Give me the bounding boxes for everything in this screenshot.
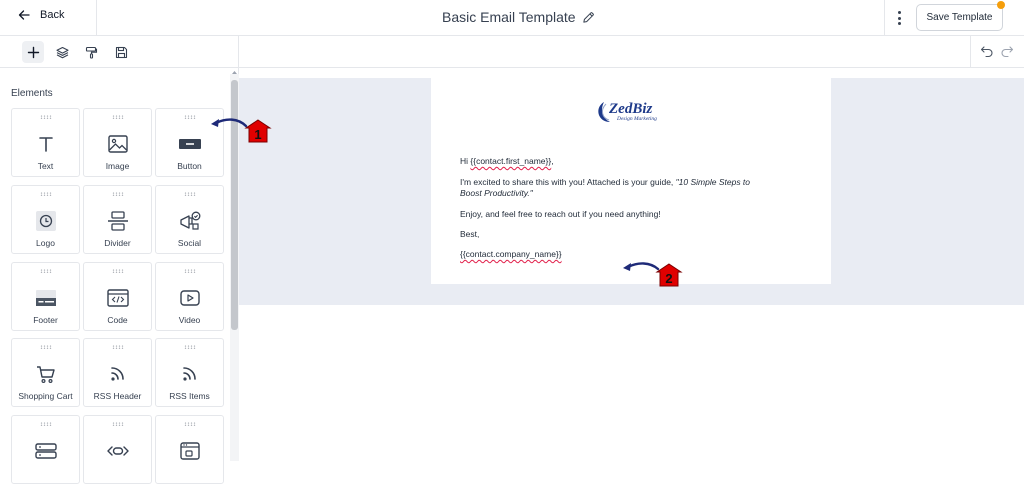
rss-icon xyxy=(111,367,124,381)
drag-handle-icon[interactable] xyxy=(184,192,196,196)
undo-icon[interactable] xyxy=(980,44,994,58)
save-template-button[interactable]: Save Template xyxy=(916,4,1003,31)
drag-handle-icon[interactable] xyxy=(184,269,196,273)
element-card-text[interactable]: Text xyxy=(11,108,80,177)
email-body-paragraph-cont[interactable]: Boost Productivity." xyxy=(460,188,533,199)
code-icon xyxy=(107,289,129,307)
floppy-disk-icon xyxy=(115,46,127,58)
redo-icon[interactable] xyxy=(1000,44,1014,58)
pencil-icon[interactable] xyxy=(582,11,595,24)
cart-icon xyxy=(37,366,55,384)
element-card-label: Shopping Cart xyxy=(18,391,73,401)
element-card-label: Image xyxy=(105,161,130,171)
element-card-label: Footer xyxy=(33,315,58,325)
element-card-label: Divider xyxy=(104,238,131,248)
social-icon xyxy=(180,211,201,230)
layers-tool[interactable] xyxy=(51,41,73,63)
drag-handle-icon[interactable] xyxy=(112,345,124,349)
divider xyxy=(238,36,239,68)
button-icon xyxy=(179,139,201,149)
logo-icon xyxy=(36,211,56,231)
text-icon xyxy=(39,137,53,152)
drag-handle-icon[interactable] xyxy=(184,345,196,349)
drag-handle-icon[interactable] xyxy=(112,192,124,196)
scroll-up-icon[interactable] xyxy=(231,69,238,76)
email-signature[interactable]: {{contact.company_name}} xyxy=(460,249,562,260)
element-card-label: Text xyxy=(37,161,54,171)
guide-title: "10 Simple Steps to xyxy=(675,177,751,187)
drag-handle-icon[interactable] xyxy=(112,269,124,273)
element-card-label: Logo xyxy=(36,238,55,248)
element-card-label: Social xyxy=(177,238,202,248)
divider xyxy=(970,36,971,68)
element-card-logo[interactable]: Logo xyxy=(11,185,80,254)
add-elements-tool[interactable] xyxy=(22,41,44,63)
svg-text:2: 2 xyxy=(665,271,672,286)
drag-handle-icon[interactable] xyxy=(112,115,124,119)
more-options-icon[interactable] xyxy=(893,9,905,27)
divider-icon xyxy=(108,211,128,231)
top-bar: Back Basic Email Template Save Template xyxy=(0,0,1024,36)
embed-icon xyxy=(107,446,129,456)
element-card-label: RSS Items xyxy=(169,391,210,401)
element-card-social[interactable]: Social xyxy=(155,185,224,254)
guide-title-cont: Boost Productivity." xyxy=(460,188,533,198)
annotation-marker-1: 1 xyxy=(244,119,272,143)
video-icon xyxy=(180,290,200,306)
save-tool[interactable] xyxy=(110,41,132,63)
element-card-embed[interactable] xyxy=(83,415,152,484)
email-body-paragraph[interactable]: I'm excited to share this with you! Atta… xyxy=(460,177,750,188)
drag-handle-icon[interactable] xyxy=(112,422,124,426)
arrow-left-icon xyxy=(18,10,30,20)
element-card-shopping-cart[interactable]: Shopping Cart xyxy=(11,338,80,407)
email-greeting[interactable]: Hi {{contact.first_name}}, xyxy=(460,156,554,167)
drag-handle-icon[interactable] xyxy=(40,192,52,196)
plus-icon xyxy=(27,46,39,58)
drag-handle-icon[interactable] xyxy=(40,422,52,426)
element-card-video[interactable]: Video xyxy=(155,262,224,331)
element-card-browser[interactable] xyxy=(155,415,224,484)
browser-icon xyxy=(180,442,200,460)
element-card-label: Video xyxy=(178,315,201,325)
editor-toolbar xyxy=(0,36,1024,68)
element-card-rss-items[interactable]: RSS Items xyxy=(155,338,224,407)
element-card-code[interactable]: Code xyxy=(83,262,152,331)
template-title[interactable]: Basic Email Template xyxy=(442,9,595,25)
drag-handle-icon[interactable] xyxy=(40,115,52,119)
element-card-label: RSS Header xyxy=(93,391,142,401)
element-card-image[interactable]: Image xyxy=(83,108,152,177)
logo-subtext: Design Marketing xyxy=(617,116,657,122)
back-label: Back xyxy=(40,9,65,21)
email-signoff[interactable]: Best, xyxy=(460,229,479,240)
layers-icon xyxy=(55,46,69,58)
element-card-label: Button xyxy=(177,161,202,171)
element-card-label: Code xyxy=(107,315,128,325)
divider xyxy=(96,0,97,36)
template-title-text: Basic Email Template xyxy=(442,9,576,25)
annotation-arrow-1 xyxy=(211,118,248,128)
merge-tag-company-name: {{contact.company_name}} xyxy=(460,249,562,259)
style-tool[interactable] xyxy=(80,41,102,63)
rss-icon xyxy=(183,367,196,381)
paint-roller-icon xyxy=(85,46,97,59)
annotation-arrow-2 xyxy=(623,262,660,271)
drag-handle-icon[interactable] xyxy=(40,269,52,273)
footer-icon xyxy=(36,290,56,306)
elements-heading: Elements xyxy=(11,88,53,99)
drag-handle-icon[interactable] xyxy=(184,115,196,119)
svg-text:1: 1 xyxy=(254,127,261,142)
element-card-footer[interactable]: Footer xyxy=(11,262,80,331)
divider xyxy=(884,0,885,36)
element-card-server[interactable] xyxy=(11,415,80,484)
drag-handle-icon[interactable] xyxy=(40,345,52,349)
unsaved-indicator xyxy=(997,1,1005,9)
element-card-divider[interactable]: Divider xyxy=(83,185,152,254)
drag-handle-icon[interactable] xyxy=(184,422,196,426)
back-button[interactable]: Back xyxy=(18,9,64,21)
email-enjoy-line[interactable]: Enjoy, and feel free to reach out if you… xyxy=(460,209,661,220)
merge-tag-first-name: {{contact.first_name}} xyxy=(470,156,552,166)
image-icon xyxy=(108,135,128,153)
element-card-rss-header[interactable]: RSS Header xyxy=(83,338,152,407)
server-icon xyxy=(35,443,57,459)
